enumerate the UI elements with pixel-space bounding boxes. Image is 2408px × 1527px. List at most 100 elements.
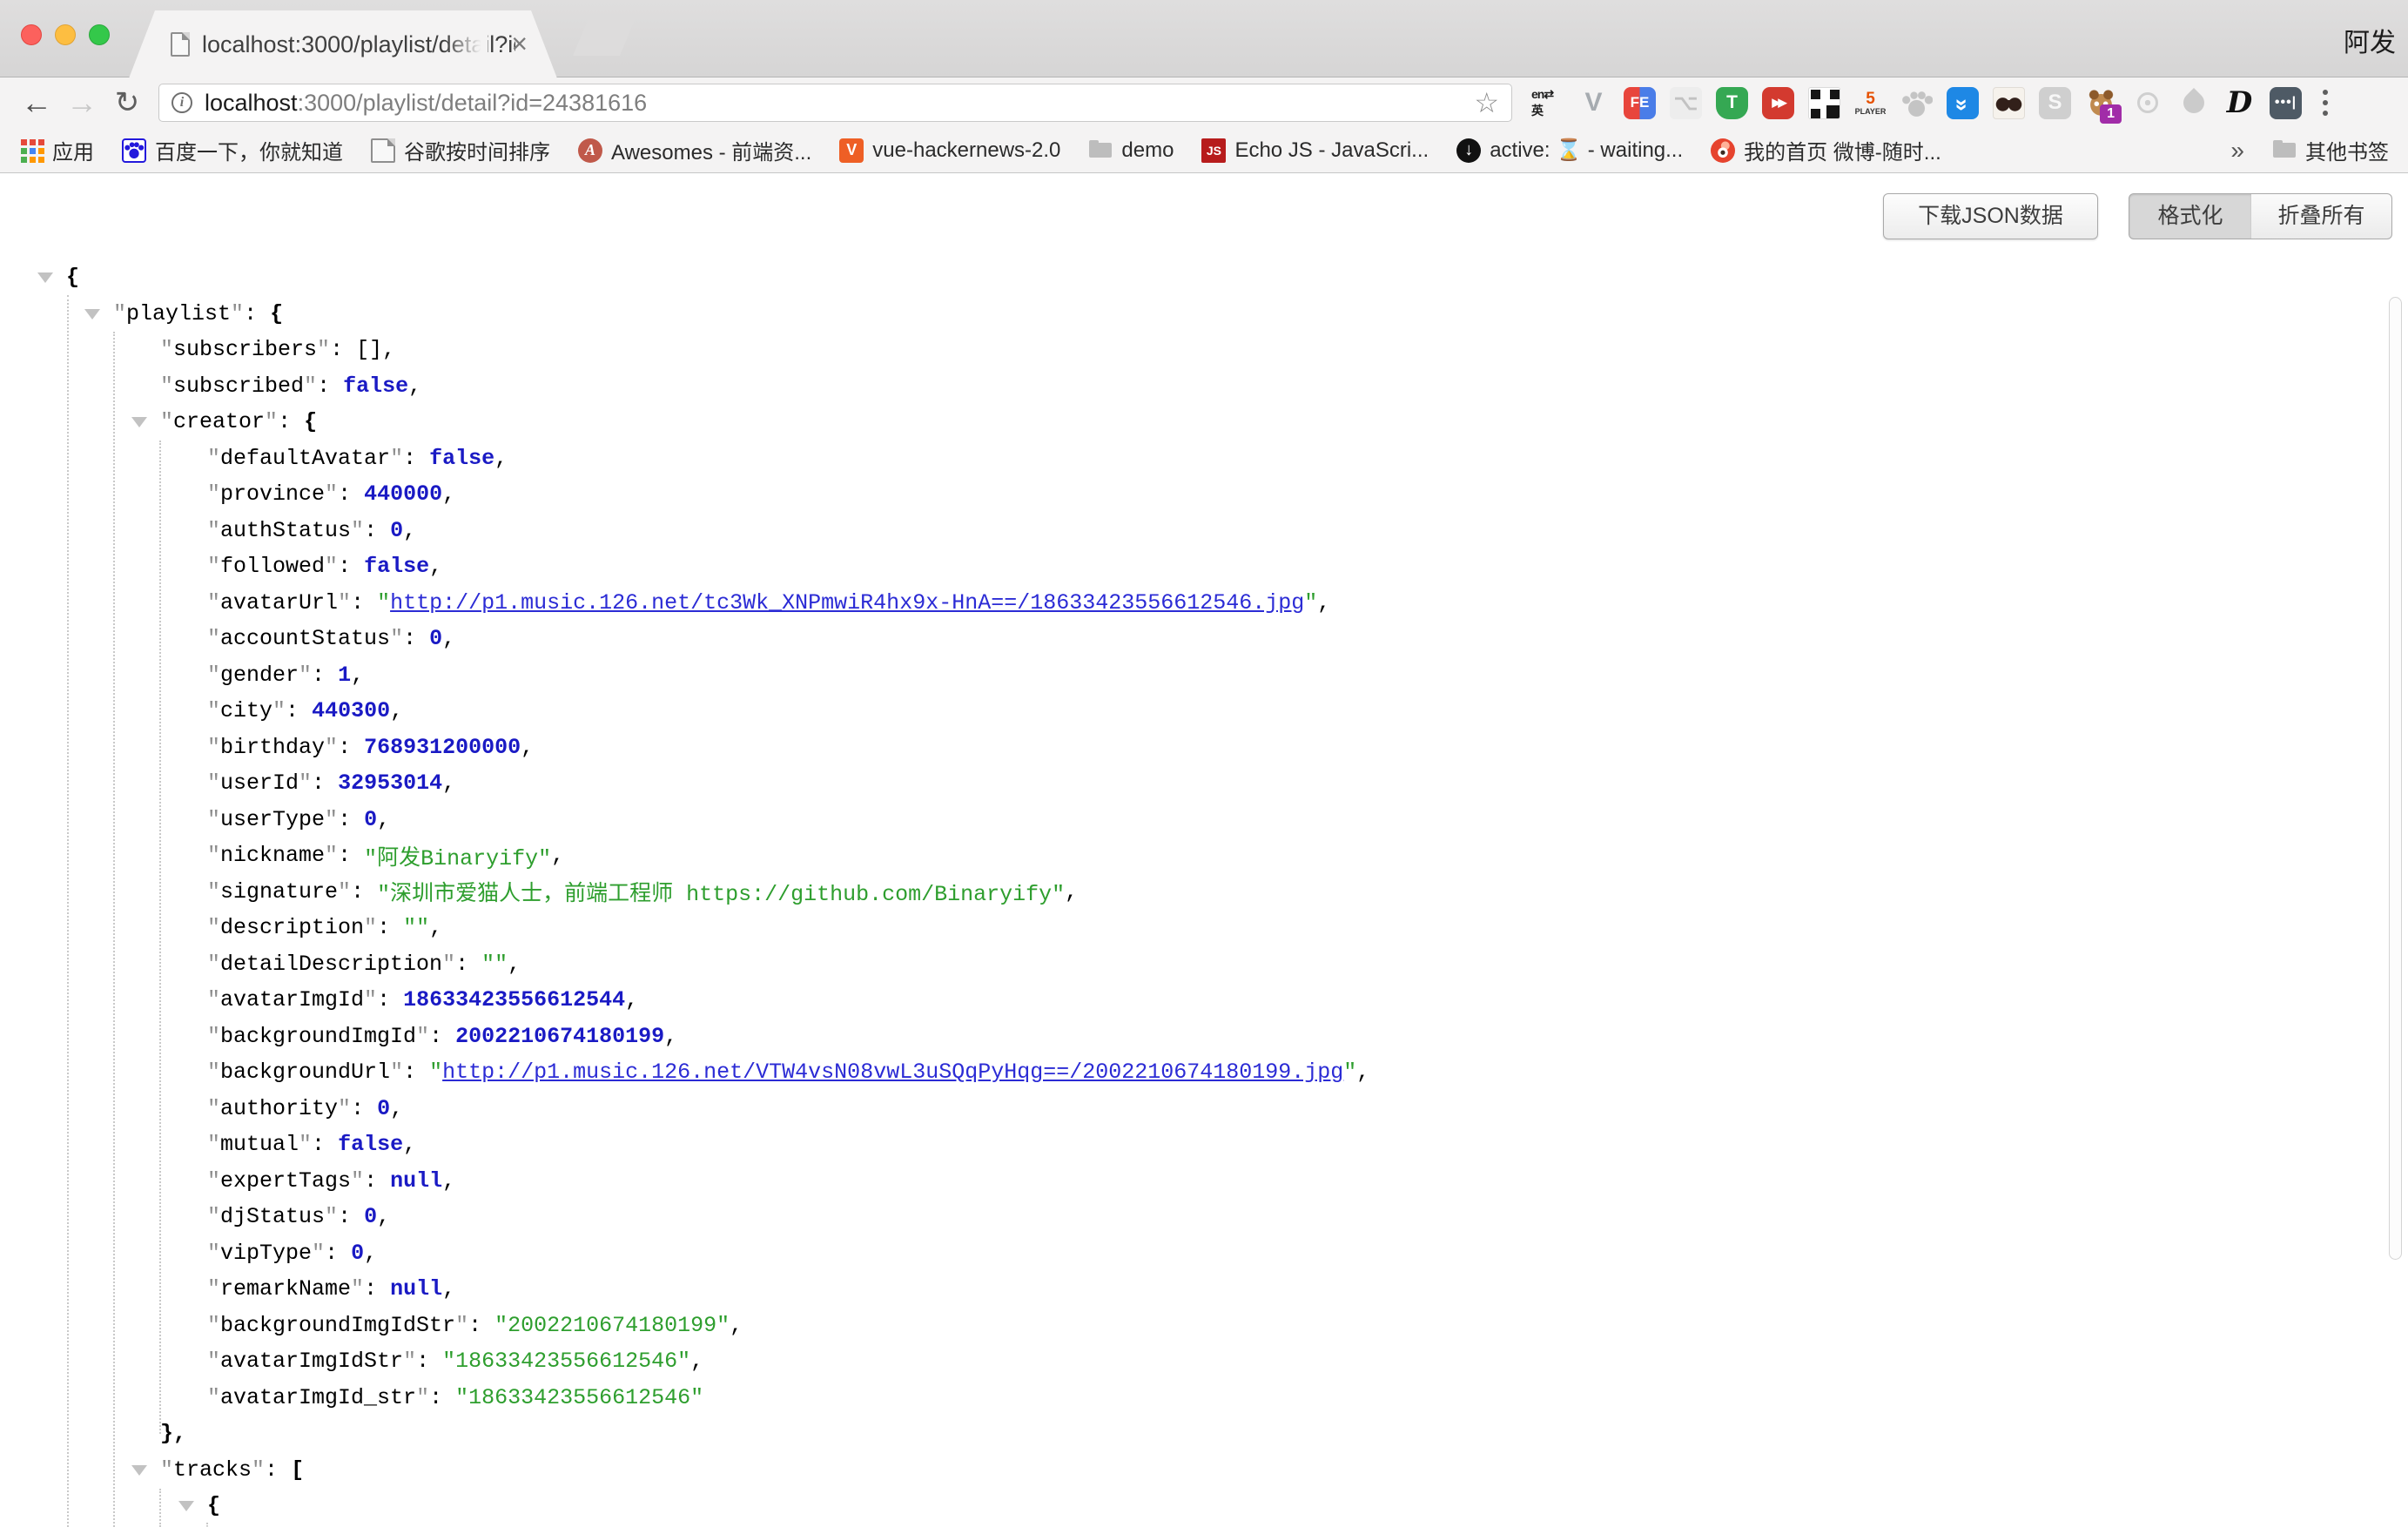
url-host: localhost xyxy=(205,90,298,116)
json-line: "vipType": 0, xyxy=(0,1235,2382,1272)
weibo-gray-icon[interactable] xyxy=(2131,87,2163,119)
json-value: 2002210674180199 xyxy=(455,1024,664,1049)
json-key: followed xyxy=(220,554,325,579)
bookmarks-overflow-chevron[interactable]: » xyxy=(2230,137,2244,165)
download-json-button[interactable]: 下载JSON数据 xyxy=(1883,193,2098,239)
html5-player-icon-glyph: 5 xyxy=(1866,91,1875,107)
json-key: vipType xyxy=(220,1241,312,1266)
json-key: birthday xyxy=(220,735,325,760)
bookmark-item[interactable]: 我的首页 微博-随时... xyxy=(1711,135,1941,165)
bookmark-item[interactable]: demo xyxy=(1088,138,1174,163)
bookmark-item[interactable]: AAwesomes - 前端资... xyxy=(578,135,811,165)
json-key: mutual xyxy=(220,1132,299,1157)
back-button[interactable]: ← xyxy=(14,87,59,118)
collapse-triangle-icon[interactable] xyxy=(131,417,147,427)
vue-devtools-icon[interactable]: V xyxy=(1577,87,1610,119)
json-value: 18633423556612544 xyxy=(403,987,625,1012)
minimize-window-icon[interactable] xyxy=(55,24,76,45)
json-line: { xyxy=(0,1488,2382,1524)
address-bar[interactable]: i localhost:3000/playlist/detail?id=2438… xyxy=(158,84,1512,122)
download-blue-icon[interactable]: » xyxy=(1947,87,1979,119)
new-tab-button[interactable] xyxy=(573,14,637,56)
json-value: 0 xyxy=(364,1204,377,1229)
bird-icon-glyph xyxy=(2179,88,2209,118)
translate-icon[interactable]: en⇄英 xyxy=(1531,87,1564,119)
collapse-triangle-icon[interactable] xyxy=(178,1501,194,1511)
bookmark-item[interactable]: 百度一下，你就知道 xyxy=(122,135,343,165)
json-key: subscribers xyxy=(173,337,317,362)
folder-icon xyxy=(2272,138,2297,163)
bookmark-item[interactable]: 谷歌按时间排序 xyxy=(371,135,550,165)
collapse-triangle-icon[interactable] xyxy=(84,309,100,320)
json-line: "avatarImgId_str": "18633423556612546" xyxy=(0,1380,2382,1416)
paw-icon[interactable] xyxy=(1900,87,1933,119)
json-key: djStatus xyxy=(220,1204,325,1229)
zoom-window-icon[interactable] xyxy=(89,24,110,45)
qrcode-icon[interactable] xyxy=(1808,87,1840,119)
json-line: "city": 440300, xyxy=(0,693,2382,730)
json-value: "2002210674180199" xyxy=(494,1313,730,1338)
bird-icon[interactable] xyxy=(2177,87,2210,119)
bookmark-label: 我的首页 微博-随时... xyxy=(1744,135,1941,165)
password-manager-icon[interactable]: •••| xyxy=(2270,87,2302,119)
mask-icon[interactable] xyxy=(1993,87,2025,119)
json-value: "深圳市爱猫人士，前端工程师 https://github.com/Binary… xyxy=(377,876,1065,907)
json-key: userType xyxy=(220,807,325,832)
scrollbar-thumb[interactable] xyxy=(2389,297,2402,1260)
json-line: "authStatus": 0, xyxy=(0,513,2382,549)
json-value: null xyxy=(390,1276,442,1302)
bookmark-star-icon[interactable]: ☆ xyxy=(1474,86,1499,119)
d-letter-icon[interactable]: D xyxy=(2223,87,2256,119)
browser-tab[interactable]: localhost:3000/playlist/detail?id=243816… xyxy=(129,10,557,78)
json-value: 0 xyxy=(429,626,442,651)
browser-menu-icon[interactable] xyxy=(2323,90,2328,116)
s-letter-icon[interactable]: S xyxy=(2039,87,2071,119)
fe-icon[interactable]: FE xyxy=(1624,87,1656,119)
close-window-icon[interactable] xyxy=(21,24,42,45)
url-path: :3000/playlist/detail?id=24381616 xyxy=(298,90,648,116)
bookmark-item[interactable]: 应用 xyxy=(19,135,94,165)
echojs-icon: JS xyxy=(1201,138,1226,163)
format-button[interactable]: 格式化 xyxy=(2129,193,2252,239)
json-key: remarkName xyxy=(220,1276,351,1302)
sitemap-icon[interactable]: ⌥ xyxy=(1670,87,1702,119)
tab-close-icon[interactable]: × xyxy=(511,26,528,61)
json-value: [] xyxy=(356,337,382,362)
bookmark-item[interactable]: JSEcho JS - JavaScri... xyxy=(1201,138,1429,163)
json-key: creator xyxy=(173,409,265,434)
json-line: { xyxy=(0,259,2382,296)
json-line: "mutual": false, xyxy=(0,1127,2382,1163)
d-letter-icon-glyph: D xyxy=(2227,85,2252,120)
folder-icon xyxy=(1088,138,1113,163)
other-bookmarks[interactable]: 其他书签 xyxy=(2272,135,2389,165)
json-line: "birthday": 768931200000, xyxy=(0,730,2382,766)
s-letter-icon-glyph: S xyxy=(2048,91,2062,115)
profile-name[interactable]: 阿发 xyxy=(2344,21,2396,59)
bookmark-label: vue-hackernews-2.0 xyxy=(872,138,1060,163)
json-url-link[interactable]: http://p1.music.126.net/VTW4vsN08vwL3uSQ… xyxy=(442,1059,1343,1085)
json-url-link[interactable]: http://p1.music.126.net/tc3Wk_XNPmwiR4hx… xyxy=(390,590,1304,616)
apps-grid-icon xyxy=(19,138,44,163)
translate-icon-glyph: en⇄英 xyxy=(1531,87,1564,119)
baidu-paw-icon xyxy=(122,138,146,163)
json-key: avatarImgId xyxy=(220,987,364,1012)
bookmark-item[interactable]: Vvue-hackernews-2.0 xyxy=(839,138,1060,163)
collapse-all-button[interactable]: 折叠所有 xyxy=(2251,193,2392,239)
collapse-triangle-icon[interactable] xyxy=(37,272,53,283)
html5-player-icon[interactable]: 5PLAYER xyxy=(1854,87,1887,119)
reload-button[interactable]: ↻ xyxy=(104,87,150,118)
page-info-icon[interactable]: i xyxy=(172,92,192,113)
json-key: subscribed xyxy=(173,373,304,399)
tampermonkey-icon[interactable]: 1 xyxy=(2085,87,2117,119)
shield-t-icon[interactable]: T xyxy=(1716,87,1748,119)
password-manager-icon-glyph: •••| xyxy=(2275,95,2297,111)
collapse-triangle-icon[interactable] xyxy=(131,1465,147,1476)
video-speed-icon[interactable]: ▶▶ xyxy=(1762,87,1794,119)
json-line: "defaultAvatar": false, xyxy=(0,441,2382,477)
other-bookmarks-label: 其他书签 xyxy=(2305,135,2389,165)
json-line: "backgroundImgIdStr": "2002210674180199"… xyxy=(0,1308,2382,1344)
json-value: false xyxy=(338,1132,403,1157)
bookmark-item[interactable]: ↓active: ⌛ - waiting... xyxy=(1456,138,1683,163)
json-line: "nickname": "阿发Binaryify", xyxy=(0,837,2382,874)
url-text[interactable]: localhost:3000/playlist/detail?id=243816… xyxy=(205,90,1467,117)
